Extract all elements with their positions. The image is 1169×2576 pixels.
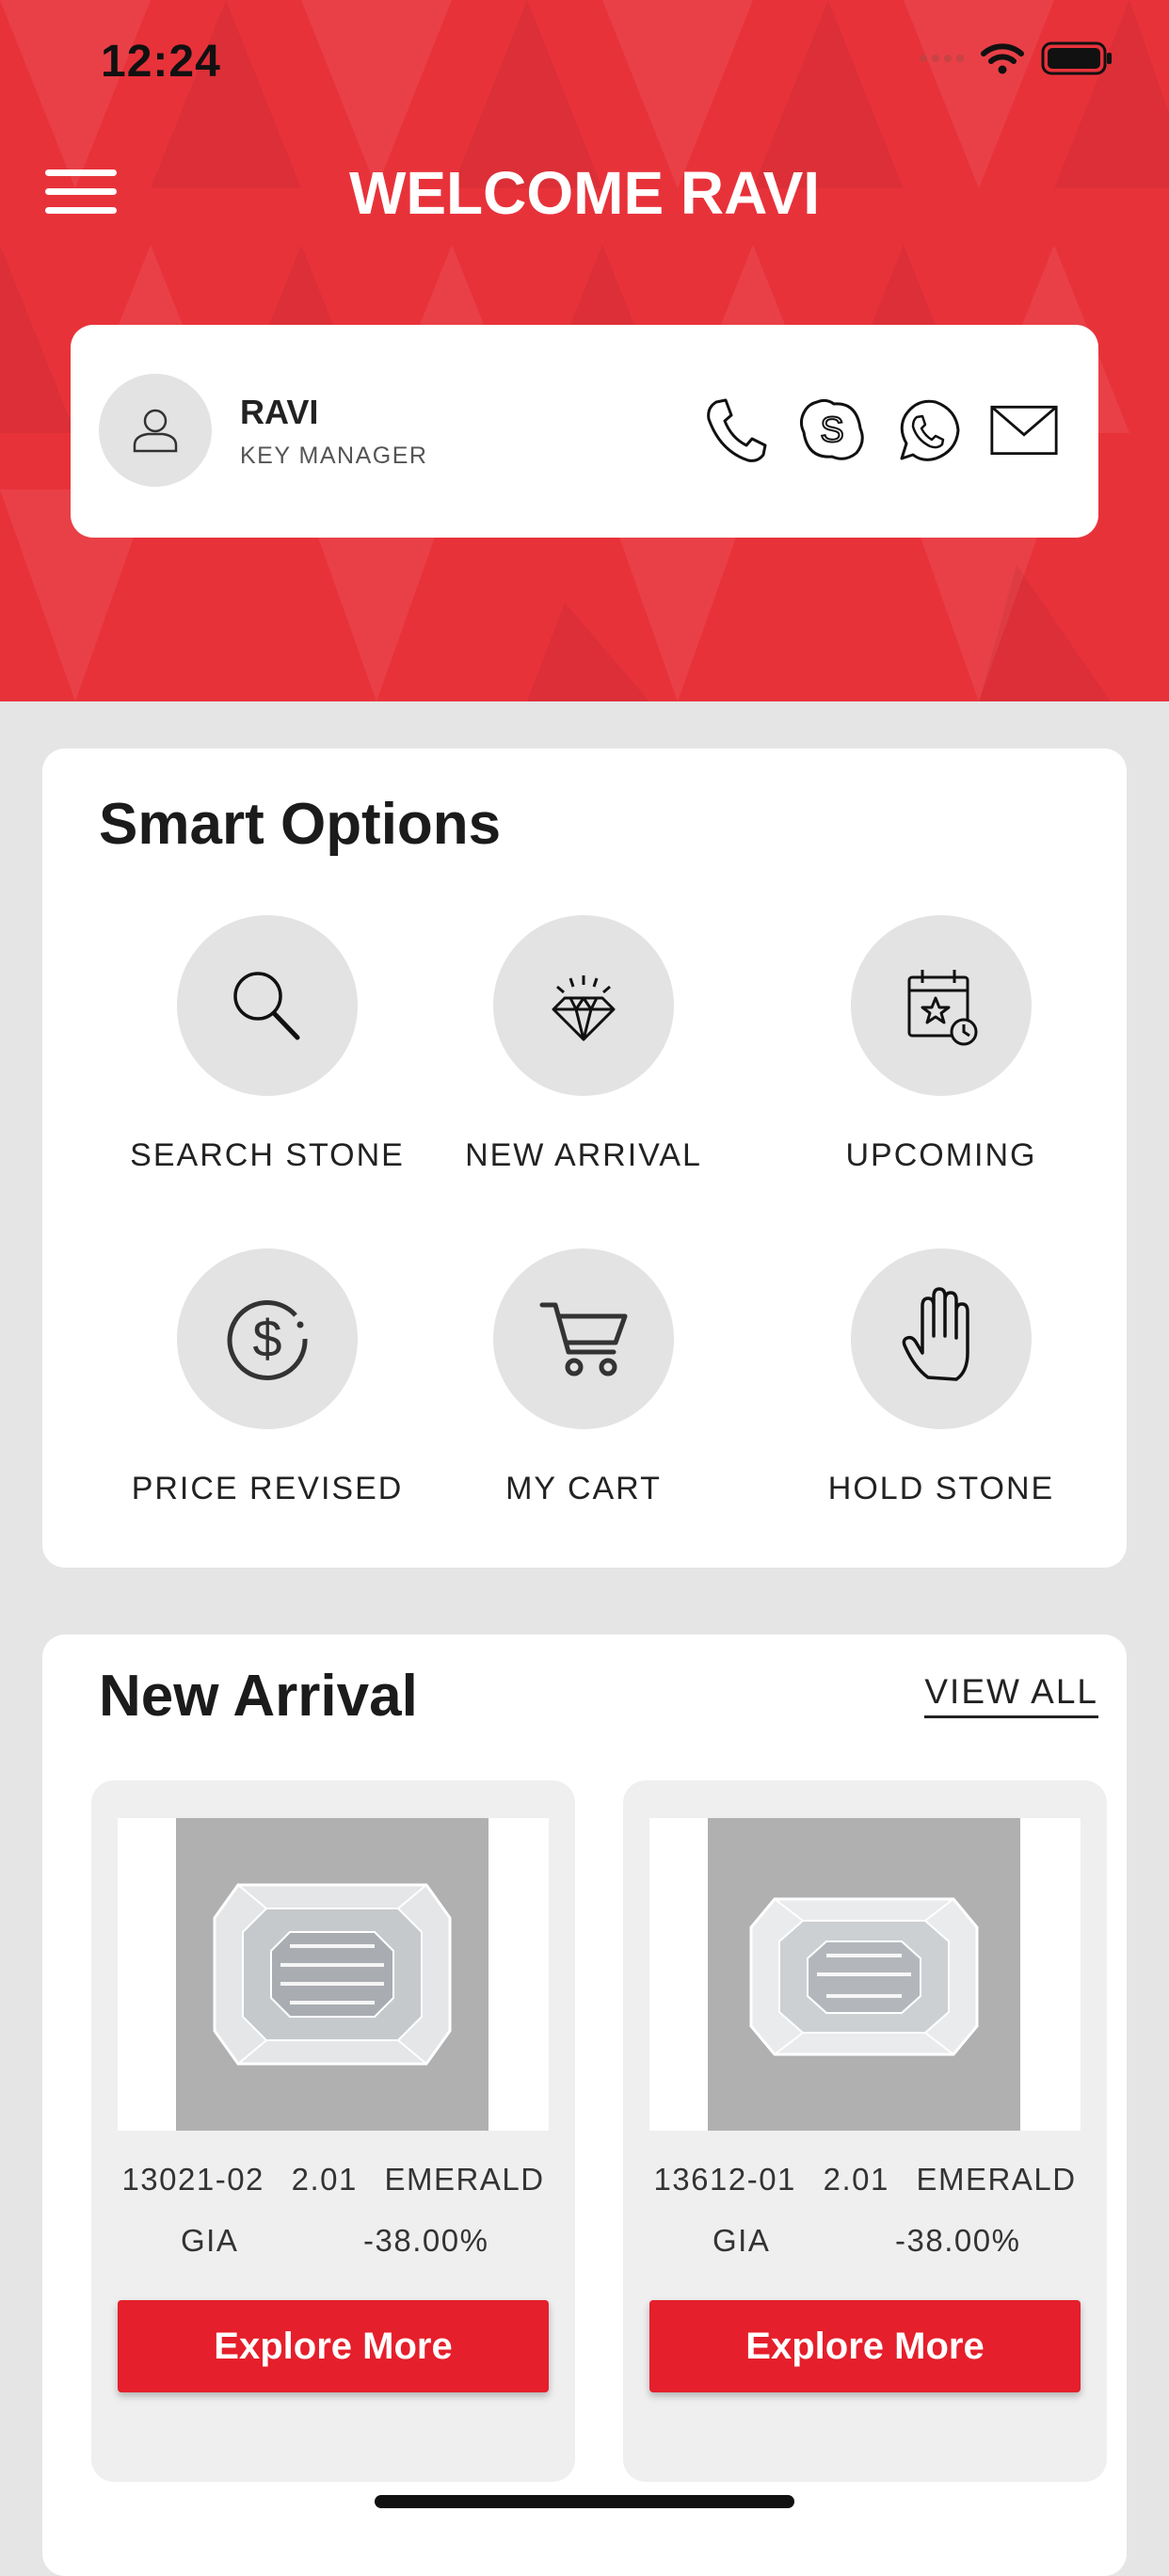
view-all-link[interactable]: VIEW ALL bbox=[924, 1672, 1098, 1718]
manager-role: KEY MANAGER bbox=[240, 443, 428, 469]
product-lab: GIA bbox=[181, 2223, 239, 2258]
manager-name: RAVI bbox=[240, 393, 319, 431]
product-image bbox=[118, 1818, 549, 2131]
explore-more-button[interactable]: Explore More bbox=[118, 2300, 549, 2392]
product-info: 13021-02 2.01 EMERALD bbox=[91, 2162, 575, 2198]
home-indicator[interactable] bbox=[375, 2495, 794, 2508]
new-arrival-title: New Arrival bbox=[99, 1664, 418, 1729]
battery-icon bbox=[1041, 41, 1112, 75]
status-time: 12:24 bbox=[101, 37, 221, 87]
option-price-revised[interactable]: $ PRICE REVISED bbox=[88, 1248, 446, 1507]
user-icon bbox=[133, 409, 178, 453]
page-title: WELCOME RAVI bbox=[348, 159, 821, 227]
svg-text:S: S bbox=[820, 411, 843, 450]
signal-icon bbox=[920, 55, 964, 62]
emerald-diamond-image bbox=[213, 1883, 452, 2066]
skype-icon: S bbox=[799, 398, 864, 460]
search-icon bbox=[233, 972, 300, 1040]
status-icons bbox=[920, 41, 1113, 75]
option-label: PRICE REVISED bbox=[131, 1471, 404, 1506]
skype-button[interactable]: S bbox=[797, 393, 867, 468]
explore-more-button[interactable]: Explore More bbox=[649, 2300, 1081, 2392]
product-shape: EMERALD bbox=[384, 2162, 545, 2197]
cart-icon bbox=[539, 1302, 628, 1377]
smart-options-card: Smart Options SEARCH STONE NEW ARRIVAL U… bbox=[42, 749, 1127, 1568]
hand-icon bbox=[902, 1287, 969, 1381]
product-discount: -38.00% bbox=[895, 2223, 1021, 2258]
dollar-icon: $ bbox=[227, 1300, 308, 1380]
whatsapp-icon bbox=[900, 399, 960, 461]
option-upcoming[interactable]: UPCOMING bbox=[762, 915, 1120, 1174]
option-label: NEW ARRIVAL bbox=[465, 1137, 702, 1173]
header: 12:24 WELCOME RAVI RAVI KEY MANAGER S bbox=[0, 0, 1169, 701]
emerald-diamond-image bbox=[749, 1897, 979, 2056]
mail-button[interactable] bbox=[989, 393, 1059, 468]
diamond-icon bbox=[552, 975, 616, 1041]
product-carat: 2.01 bbox=[291, 2162, 358, 2197]
phone-button[interactable] bbox=[701, 393, 771, 468]
option-label: UPCOMING bbox=[845, 1137, 1037, 1173]
product-discount: -38.00% bbox=[363, 2223, 489, 2258]
manager-card: RAVI KEY MANAGER S bbox=[71, 325, 1098, 538]
option-my-cart[interactable]: MY CART bbox=[405, 1248, 762, 1507]
option-search-stone[interactable]: SEARCH STONE bbox=[88, 915, 446, 1174]
whatsapp-button[interactable] bbox=[893, 393, 963, 468]
product-image bbox=[649, 1818, 1081, 2131]
product-id: 13021-02 bbox=[121, 2162, 264, 2197]
contact-icons: S bbox=[701, 393, 1059, 468]
smart-options-title: Smart Options bbox=[99, 792, 502, 857]
avatar bbox=[99, 374, 212, 487]
option-label: SEARCH STONE bbox=[130, 1137, 405, 1173]
option-new-arrival[interactable]: NEW ARRIVAL bbox=[405, 915, 762, 1174]
product-card[interactable]: 13021-02 2.01 EMERALD GIA -38.00% Explor… bbox=[91, 1780, 575, 2482]
calendar-star-icon bbox=[907, 970, 978, 1046]
wifi-icon bbox=[981, 43, 1024, 74]
product-card[interactable]: 13612-01 2.01 EMERALD GIA -38.00% Explor… bbox=[623, 1780, 1107, 2482]
mail-icon bbox=[990, 405, 1058, 456]
option-label: MY CART bbox=[505, 1471, 662, 1506]
product-id: 13612-01 bbox=[653, 2162, 796, 2197]
phone-icon bbox=[707, 398, 767, 462]
option-label: HOLD STONE bbox=[827, 1471, 1055, 1506]
product-info: 13612-01 2.01 EMERALD bbox=[623, 2162, 1107, 2198]
product-carat: 2.01 bbox=[823, 2162, 889, 2197]
option-hold-stone[interactable]: HOLD STONE bbox=[762, 1248, 1120, 1507]
product-lab: GIA bbox=[713, 2223, 771, 2258]
svg-text:$: $ bbox=[252, 1309, 281, 1368]
product-shape: EMERALD bbox=[916, 2162, 1077, 2197]
new-arrival-card: New Arrival VIEW ALL 13021-02 2.01 EMERA… bbox=[42, 1634, 1127, 2576]
